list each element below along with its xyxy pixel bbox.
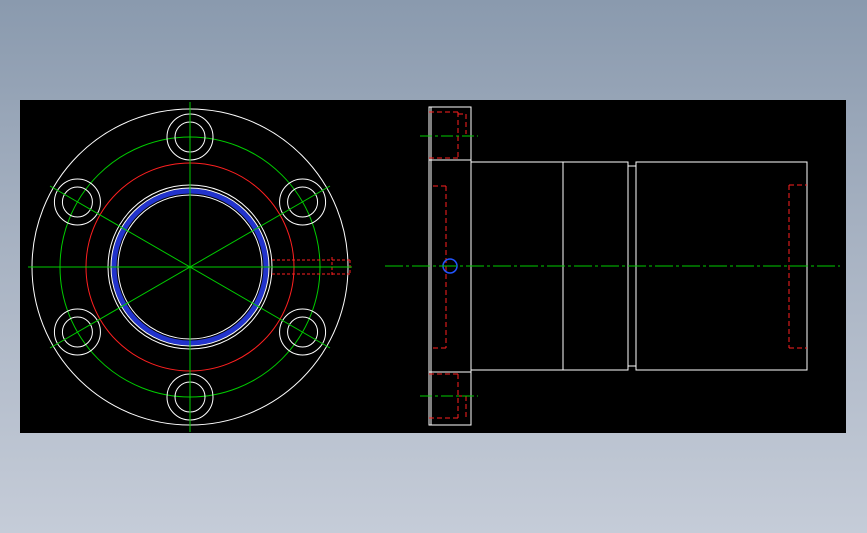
cad-drawing bbox=[28, 102, 840, 432]
cad-drawing-canvas[interactable] bbox=[20, 100, 846, 433]
side-view bbox=[385, 106, 840, 426]
front-view bbox=[28, 102, 352, 432]
